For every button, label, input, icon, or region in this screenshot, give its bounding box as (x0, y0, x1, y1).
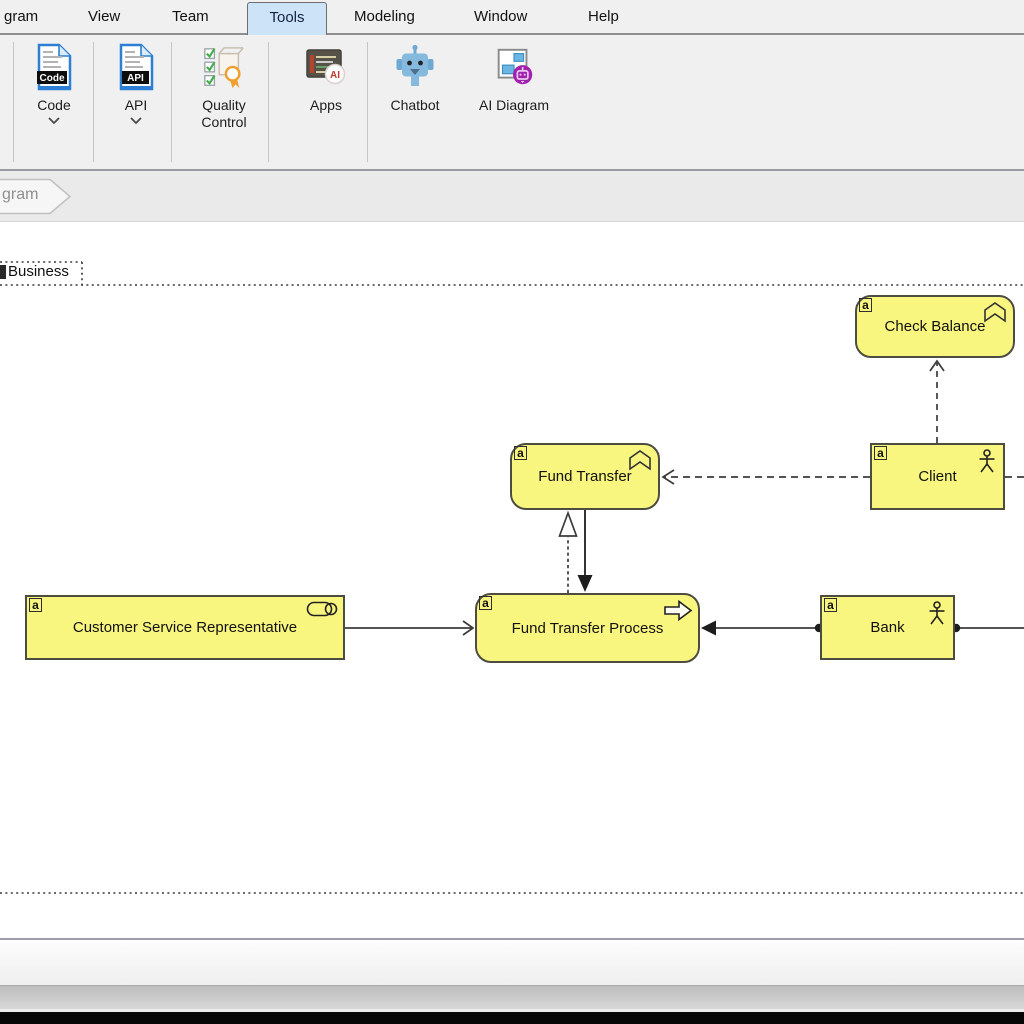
menu-item-diagram[interactable]: gram (0, 0, 42, 33)
node-fund-transfer[interactable]: a Fund Transfer (510, 443, 660, 510)
menu-item-tools-active[interactable]: Tools (247, 2, 327, 35)
ribbon-separator (367, 42, 368, 162)
menu-item-window[interactable]: Window (470, 0, 531, 33)
node-label: Bank (870, 619, 905, 636)
ai-diagram-icon (491, 42, 537, 94)
apps-button[interactable]: AI Apps (286, 42, 366, 114)
ribbon-separator (268, 42, 269, 162)
menu-item-view[interactable]: View (84, 0, 124, 33)
ribbon-separator (13, 42, 14, 162)
business-group-label[interactable]: Business (8, 263, 69, 280)
api-button[interactable]: API API (97, 42, 175, 125)
element-marker-badge: a (29, 598, 42, 612)
element-marker-badge: a (479, 596, 492, 610)
chevron-banner-icon (984, 302, 1006, 323)
api-button-label: API (124, 97, 148, 113)
ai-diagram-button[interactable]: AI Diagram (464, 42, 564, 114)
code-button[interactable]: Code Code (15, 42, 93, 125)
horizontal-scrollbar[interactable] (0, 938, 1024, 985)
breadcrumb-bar: gram (0, 171, 1024, 222)
business-actor-icon (979, 449, 995, 473)
chatbot-button[interactable]: Chatbot (372, 42, 458, 114)
node-label: Client (918, 468, 957, 485)
diagram-canvas[interactable]: Business a Check Balance a Fund Transfer… (0, 222, 1024, 938)
connector-process-realizes-fund-transfer (558, 510, 578, 593)
menu-item-team[interactable]: Team (168, 0, 213, 33)
menu-bar: gram View Team Tools Modeling Window Hel… (0, 0, 1024, 35)
element-marker-badge: a (859, 298, 872, 312)
quality-control-icon (201, 42, 247, 94)
chatbot-button-label: Chatbot (390, 97, 440, 113)
ai-diagram-button-label: AI Diagram (478, 97, 550, 113)
chevron-down-icon[interactable] (47, 117, 61, 125)
business-actor-icon (929, 601, 945, 625)
node-label: Customer Service Representative (72, 619, 298, 636)
node-label: Check Balance (884, 318, 986, 335)
node-label: Fund Transfer Process (511, 619, 664, 637)
group-marker-badge (0, 265, 6, 279)
svg-text:Code: Code (40, 73, 65, 84)
breadcrumb-label: gram (2, 186, 39, 203)
breadcrumb[interactable]: gram (0, 178, 78, 220)
node-fund-transfer-process[interactable]: a Fund Transfer Process (475, 593, 700, 663)
connector-bank-to-process (701, 620, 824, 636)
node-check-balance[interactable]: a Check Balance (855, 295, 1015, 358)
code-button-label: Code (37, 97, 71, 113)
element-marker-badge: a (874, 446, 887, 460)
connector-client-to-check-balance (929, 359, 945, 443)
screen-bottom-bar (0, 1012, 1024, 1024)
node-label: Fund Transfer (538, 468, 632, 485)
code-document-icon: Code (31, 42, 77, 94)
svg-text:API: API (127, 73, 144, 84)
element-marker-badge: a (514, 446, 527, 460)
menu-item-help[interactable]: Help (584, 0, 623, 33)
quality-control-button-label: Quality Control (201, 97, 247, 130)
chatbot-robot-icon (392, 42, 438, 94)
connector-fund-transfer-to-process (577, 510, 593, 592)
connector-bank-to-right (951, 623, 1024, 633)
api-document-icon: API (113, 42, 159, 94)
ribbon-toolbar: Code Code API API Quality Control AI App… (0, 35, 1024, 171)
apps-terminal-icon: AI (303, 42, 349, 94)
quality-control-button[interactable]: Quality Control (182, 42, 266, 131)
apps-button-label: Apps (310, 97, 342, 113)
chevron-down-icon[interactable] (129, 117, 143, 125)
node-customer-service-representative[interactable]: a Customer Service Representative (25, 595, 345, 660)
svg-text:AI: AI (330, 70, 340, 81)
chevron-banner-icon (629, 450, 651, 471)
element-marker-badge: a (824, 598, 837, 612)
node-bank[interactable]: a Bank (820, 595, 955, 660)
ribbon-separator (93, 42, 94, 162)
node-client[interactable]: a Client (870, 443, 1005, 510)
status-bar (0, 985, 1024, 1009)
process-arrow-icon (664, 599, 693, 622)
menu-item-modeling[interactable]: Modeling (350, 0, 419, 33)
connector-client-to-fund-transfer (661, 469, 870, 485)
connector-csr-to-process (345, 620, 475, 636)
business-role-icon (306, 601, 338, 617)
